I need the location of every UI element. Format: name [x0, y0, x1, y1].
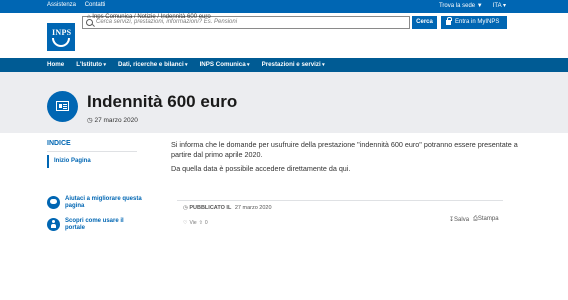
nav-item-dati[interactable]: Dati, ricerche e bilanci — [118, 61, 188, 68]
nav-item-prestazioni[interactable]: Prestazioni e servizi — [262, 61, 325, 68]
page-date: ◷ 27 marzo 2020 — [87, 117, 138, 124]
top-utility-bar: Assistenza Contatti Trova la sede ▼ ITA … — [0, 0, 568, 13]
lock-icon — [446, 17, 452, 25]
clock-icon: ◷ — [183, 205, 188, 211]
nav-item-comunica[interactable]: INPS Comunica — [200, 61, 250, 68]
article-paragraph: Si informa che le domande per usufruire … — [171, 140, 518, 159]
login-button[interactable]: Entra in MyINPS — [441, 16, 507, 29]
social-actions: ♡ Vie ⇧ 0 — [183, 220, 208, 226]
search-icon — [86, 19, 93, 26]
news-icon — [47, 91, 78, 122]
published-info: ◷ PUBBLICATO IL 27 marzo 2020 — [183, 205, 272, 211]
map-pin-icon: ▼ — [476, 2, 483, 9]
portal-guide-link[interactable]: Scopri come usare il portale — [47, 218, 145, 232]
language-selector[interactable]: ITA ▾ — [493, 2, 506, 9]
breadcrumb[interactable]: ⌂ Inps Comunica / Notizie / Indennità 60… — [87, 14, 211, 20]
trova-sede-link[interactable]: Trova la sede ▼ — [439, 3, 483, 9]
inps-logo[interactable]: INPS — [47, 23, 75, 51]
contatti-link[interactable]: Contatti — [85, 2, 106, 8]
save-button[interactable]: ↧Salva — [449, 216, 469, 223]
nav-item-istituto[interactable]: L'Istituto — [76, 61, 106, 68]
nav-item-home[interactable]: Home — [47, 61, 64, 68]
assistenza-link[interactable]: Assistenza — [47, 2, 76, 8]
home-icon[interactable]: ⌂ — [87, 14, 91, 20]
page-actions: ↧Salva ⎙Stampa — [449, 216, 499, 223]
main-nav: Home L'Istituto Dati, ricerche e bilanci… — [0, 58, 568, 72]
divider — [177, 200, 503, 201]
article-paragraph: Da quella data è possibile accedere dire… — [171, 164, 351, 173]
heart-icon[interactable]: ♡ — [183, 220, 187, 226]
page-title: Indennità 600 euro — [87, 92, 238, 111]
page-hero — [0, 72, 568, 133]
chevron-down-icon: ▾ — [502, 3, 506, 9]
logo-arc-icon — [52, 38, 70, 47]
print-button[interactable]: ⎙Stampa — [473, 216, 499, 223]
indice-item-inizio[interactable]: Inizio Pagina — [47, 155, 91, 168]
chat-bubble-icon — [47, 196, 60, 209]
search-button[interactable]: Cerca — [412, 16, 437, 29]
feedback-link[interactable]: Aiutaci a migliorare questa pagina — [47, 196, 145, 210]
share-icon[interactable]: ⇧ — [199, 220, 203, 226]
person-icon — [47, 218, 60, 231]
indice-title: INDICE — [47, 140, 71, 147]
clock-icon: ◷ — [87, 117, 93, 124]
divider — [47, 151, 137, 152]
